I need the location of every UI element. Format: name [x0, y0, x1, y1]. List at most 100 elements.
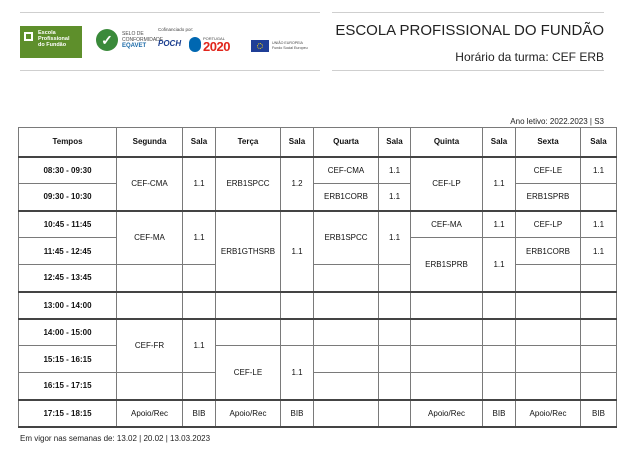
- header-rule-top: [20, 12, 320, 13]
- room-cell: 1.1: [182, 209, 216, 265]
- eqavet-seal-text: SELO DE CONFORMIDADE: [122, 31, 164, 43]
- table-row: 14:00 - 15:00 CEF-FR 1.1: [18, 317, 617, 373]
- empty-cell: [313, 398, 379, 428]
- header-sala: Sala: [482, 127, 516, 157]
- school-year: Ano letivo: 2022.2023 | S3: [510, 117, 604, 126]
- empty-cell: [482, 372, 516, 400]
- poch-logo: POCH: [158, 39, 182, 48]
- empty-cell: [313, 345, 379, 373]
- time-slot: 17:15 - 18:15: [18, 398, 117, 428]
- class-cell: Apoio/Rec: [116, 398, 183, 428]
- class-cell: ERB1CORB: [515, 237, 581, 265]
- empty-cell: [378, 317, 411, 346]
- eqavet-brand: EQAVET: [122, 43, 147, 49]
- table-row: 13:00 - 14:00: [18, 290, 617, 319]
- empty-cell: [580, 290, 617, 319]
- school-logo-mark-icon: [24, 32, 33, 41]
- empty-cell: [515, 264, 581, 292]
- empty-cell: [182, 372, 216, 400]
- class-cell: ERB1SPRB: [515, 183, 581, 211]
- class-cell: CEF-LE: [515, 155, 581, 184]
- school-logo: Escola Profissional do Fundão: [20, 26, 82, 58]
- empty-cell: [482, 290, 516, 319]
- class-cell: CEF-CMA: [313, 155, 379, 184]
- portugal2020-number: 2020: [203, 39, 230, 54]
- empty-cell: [515, 372, 581, 400]
- portugal2020-mark-icon: [189, 37, 201, 52]
- eu-text: UNIÃO EUROPEIA Fundo Social Europeu: [272, 41, 308, 50]
- cofinanced-label: Cofinanciado por:: [158, 27, 194, 32]
- empty-cell: [313, 264, 379, 292]
- class-cell: ERB1GTHSRB: [215, 209, 281, 292]
- class-cell: CEF-FR: [116, 317, 183, 373]
- room-cell: 1.1: [580, 209, 617, 238]
- room-cell: 1.1: [482, 237, 516, 292]
- room-cell: 1.1: [280, 209, 314, 292]
- time-slot: 08:30 - 09:30: [18, 155, 117, 184]
- empty-cell: [378, 264, 411, 292]
- header-quinta: Quinta: [410, 127, 483, 157]
- header-sala: Sala: [280, 127, 314, 157]
- table-row: 15:15 - 16:15 CEF-LE 1.1: [18, 345, 617, 400]
- class-schedule-title: Horário da turma: CEF ERB: [455, 50, 604, 64]
- table-row: 10:45 - 11:45 CEF-MA 1.1 ERB1GTHSRB 1.1 …: [18, 209, 617, 292]
- empty-cell: [313, 317, 379, 346]
- class-cell: ERB1SPRB: [410, 237, 483, 292]
- class-cell: CEF-LP: [515, 209, 581, 238]
- room-cell: 1.1: [280, 345, 314, 400]
- empty-cell: [580, 317, 617, 346]
- class-cell: CEF-MA: [410, 209, 483, 238]
- partner-logos: Escola Profissional do Fundão ✓ SELO DE …: [20, 12, 320, 72]
- empty-cell: [378, 372, 411, 400]
- room-cell: [580, 183, 617, 211]
- room-cell: BIB: [182, 398, 216, 428]
- empty-cell: [313, 290, 379, 319]
- room-cell: BIB: [280, 398, 314, 428]
- time-slot: 12:45 - 13:45: [18, 264, 117, 292]
- empty-cell: [515, 290, 581, 319]
- table-row: 16:15 - 17:15: [18, 372, 617, 400]
- class-cell: CEF-LE: [215, 345, 281, 400]
- table-row: 09:30 - 10:30 ERB1CORB 1.1 ERB1SPRB: [18, 183, 617, 211]
- header-tempos: Tempos: [18, 127, 117, 157]
- room-cell: 1.1: [378, 209, 411, 265]
- room-cell: 1.1: [182, 155, 216, 211]
- table-row: 17:15 - 18:15 Apoio/Rec BIB Apoio/Rec BI…: [18, 398, 617, 428]
- room-cell: 1.1: [182, 317, 216, 373]
- validity-note: Em vigor nas semanas de: 13.02 | 20.02 |…: [20, 434, 211, 443]
- header-sala: Sala: [580, 127, 617, 157]
- checkmark-icon: ✓: [96, 29, 118, 51]
- empty-cell: [410, 290, 483, 319]
- room-cell: 1.1: [580, 155, 617, 184]
- empty-cell: [378, 290, 411, 319]
- empty-cell: [515, 317, 581, 346]
- empty-cell: [182, 264, 216, 292]
- time-slot: 11:45 - 12:45: [18, 237, 117, 265]
- header-sexta: Sexta: [515, 127, 581, 157]
- empty-cell: [378, 345, 411, 373]
- empty-cell: [378, 398, 411, 428]
- header-sala: Sala: [378, 127, 411, 157]
- title-rule-top: [332, 12, 604, 13]
- header-rule-bottom: [20, 70, 320, 71]
- class-cell: CEF-MA: [116, 209, 183, 265]
- table-header-row: Tempos Segunda Sala Terça Sala Quarta Sa…: [18, 127, 617, 157]
- room-cell: BIB: [580, 398, 617, 428]
- empty-cell: [215, 290, 281, 319]
- time-slot: 13:00 - 14:00: [18, 290, 117, 319]
- empty-cell: [116, 372, 183, 400]
- class-cell: Apoio/Rec: [410, 398, 483, 428]
- table-row: 08:30 - 09:30 CEF-CMA 1.1 ERB1SPCC 1.2 C…: [18, 155, 617, 211]
- room-cell: 1.1: [482, 209, 516, 238]
- header-sala: Sala: [182, 127, 216, 157]
- room-cell: 1.1: [482, 155, 516, 211]
- empty-cell: [215, 317, 281, 346]
- room-cell: 1.1: [378, 183, 411, 211]
- header-quarta: Quarta: [313, 127, 379, 157]
- time-slot: 15:15 - 16:15: [18, 345, 117, 373]
- empty-cell: [116, 264, 183, 292]
- eu-flag-icon: [251, 40, 269, 52]
- class-cell: Apoio/Rec: [215, 398, 281, 428]
- class-cell: Apoio/Rec: [515, 398, 581, 428]
- empty-cell: [280, 317, 314, 346]
